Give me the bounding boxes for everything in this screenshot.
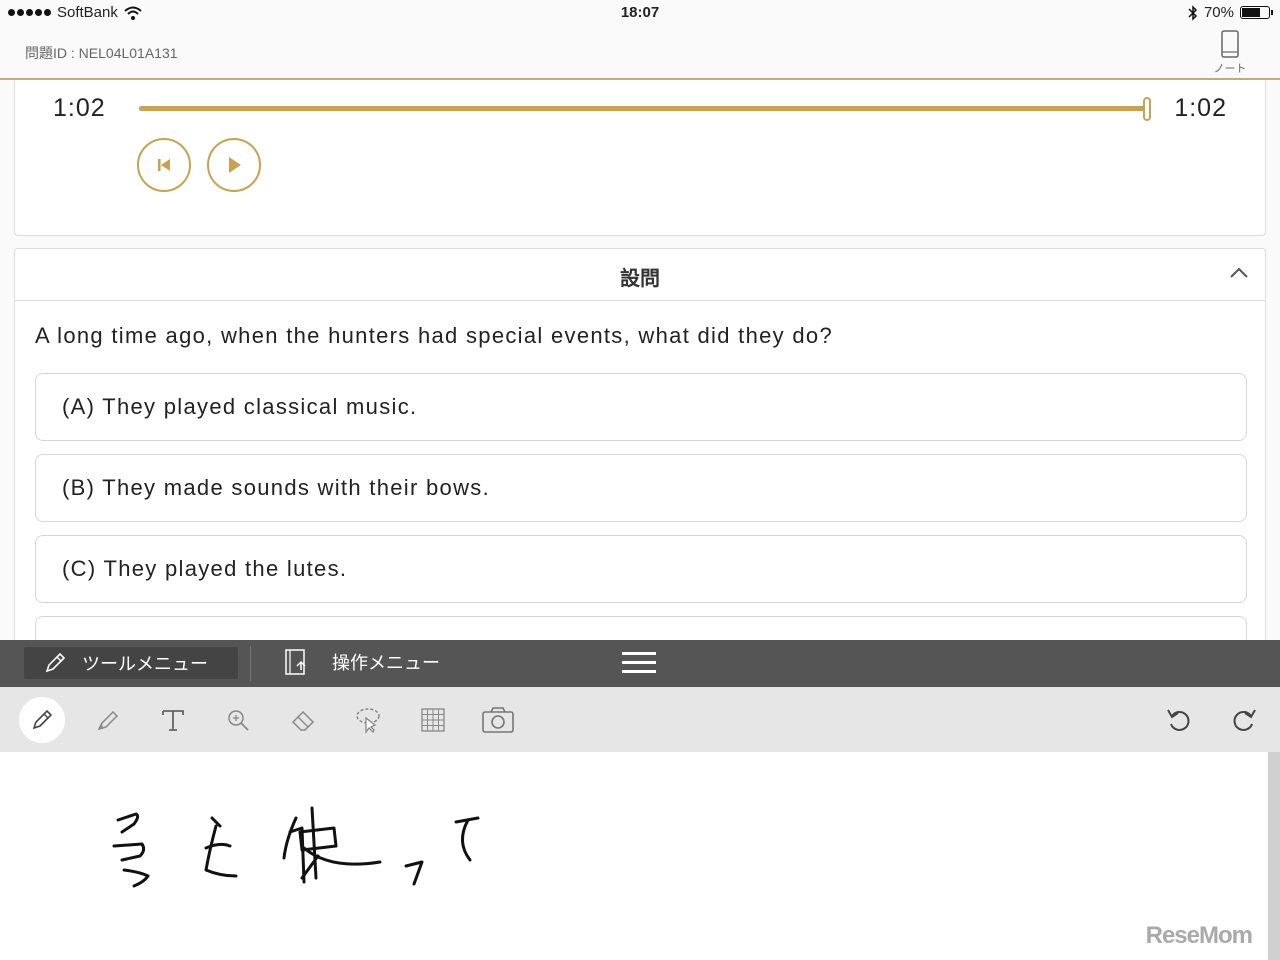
grid-tool-button[interactable] [410, 697, 456, 743]
pen-icon [32, 709, 53, 730]
text-icon [162, 710, 184, 731]
camera-icon [482, 707, 514, 733]
question-section-title: 設問 [620, 268, 660, 290]
progress-thumb[interactable] [1143, 97, 1151, 121]
lasso-tool-button[interactable] [345, 697, 391, 743]
menu-bar: ツールメニュー 操作メニュー [0, 640, 1280, 687]
redo-button[interactable] [1221, 697, 1267, 743]
question-header[interactable]: 設問 [15, 249, 1265, 301]
option-b[interactable]: (B) They made sounds with their bows. [35, 454, 1247, 522]
option-a[interactable]: (A) They played classical music. [35, 373, 1247, 441]
battery-percent: 70% [1203, 4, 1234, 21]
status-bar: SoftBank 18:07 70% [0, 0, 1280, 26]
handwriting-canvas[interactable]: ReseMom [0, 752, 1268, 960]
note-label: ノート [1213, 63, 1247, 75]
app-header: 問題ID : NEL04L01A131 ノート [0, 26, 1280, 80]
text-tool-button[interactable] [150, 697, 196, 743]
status-right: 70% [1188, 4, 1273, 21]
drawing-toolbar [0, 687, 1280, 752]
note-button[interactable]: ノート [1210, 30, 1250, 76]
tablet-icon [1221, 30, 1239, 58]
tool-menu-tab[interactable]: ツールメニュー [24, 647, 238, 679]
camera-tool-button[interactable] [475, 697, 521, 743]
handwriting-strokes [112, 806, 480, 888]
option-c[interactable]: (C) They played the lutes. [35, 535, 1247, 603]
hamburger-menu-button[interactable] [622, 652, 658, 676]
rewind-button[interactable] [137, 138, 191, 192]
canvas-scrollbar[interactable] [1268, 752, 1280, 960]
question-panel: 設問 A long time ago, when the hunters had… [14, 248, 1266, 640]
watermark-logo: ReseMom [1145, 922, 1253, 949]
clock: 18:07 [620, 4, 660, 21]
highlighter-tool-button[interactable] [85, 697, 131, 743]
progress-fill [139, 106, 1147, 111]
play-icon [229, 157, 241, 173]
battery-icon [1240, 6, 1273, 19]
eraser-icon [291, 710, 315, 731]
highlighter-icon [97, 710, 119, 731]
document-export-icon [285, 649, 306, 675]
zoom-tool-button[interactable] [215, 697, 261, 743]
lasso-icon [356, 708, 380, 734]
collapse-button[interactable] [1229, 265, 1249, 284]
grid-icon [421, 708, 445, 732]
problem-id: 問題ID : NEL04L01A131 [25, 45, 178, 61]
audio-player: 1:02 1:02 [14, 80, 1266, 236]
main-content[interactable]: 1:02 1:02 設問 A long time ago, when the h… [0, 80, 1280, 640]
zoom-icon [228, 710, 249, 731]
question-text: A long time ago, when the hunters had sp… [35, 323, 833, 348]
play-button[interactable] [207, 138, 261, 192]
bluetooth-icon [1188, 4, 1198, 21]
tool-menu-label: ツールメニュー [82, 654, 208, 674]
pencil-icon [45, 652, 66, 673]
redo-icon [1233, 709, 1256, 731]
eraser-tool-button[interactable] [280, 697, 326, 743]
option-d[interactable] [35, 616, 1247, 640]
skip-back-icon [158, 159, 170, 171]
progress-slider[interactable] [139, 97, 1151, 121]
undo-icon [1167, 709, 1190, 731]
menu-divider [250, 646, 251, 681]
current-time: 1:02 [53, 94, 106, 122]
undo-button[interactable] [1156, 697, 1202, 743]
total-time: 1:02 [1174, 94, 1227, 122]
operation-menu-label: 操作メニュー [332, 653, 440, 673]
pen-tool-button[interactable] [19, 697, 65, 743]
chevron-up-icon [1230, 267, 1248, 278]
operation-menu-tab[interactable]: 操作メニュー [284, 648, 440, 676]
